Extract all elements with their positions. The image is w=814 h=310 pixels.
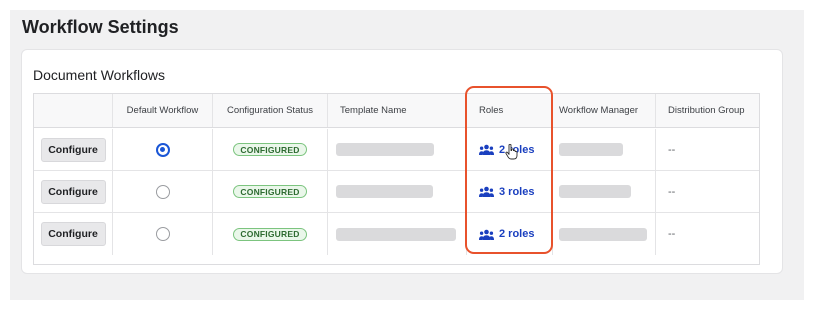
header-default-workflow: Default Workflow (113, 94, 213, 127)
workflow-manager-placeholder (559, 227, 647, 241)
distribution-group-value: -- (668, 185, 676, 198)
template-name-cell (328, 171, 467, 212)
configure-button[interactable]: Configure (40, 137, 106, 162)
distribution-group-value: -- (668, 143, 676, 156)
workflows-table: Default Workflow Configuration Status Te… (33, 93, 760, 265)
header-actions (34, 94, 113, 127)
workflow-manager-placeholder (559, 185, 631, 198)
workflow-manager-placeholder (559, 143, 623, 156)
default-cell (113, 171, 213, 212)
table-row: Configure CONFIGURED (34, 129, 759, 171)
default-cell (113, 129, 213, 170)
table-row: Configure CONFIGURED (34, 171, 759, 213)
workflow-manager-cell (553, 129, 656, 170)
status-badge: CONFIGURED (233, 227, 307, 241)
document-workflows-card: Document Workflows Default Workflow Conf… (21, 49, 783, 274)
status-cell: CONFIGURED (213, 213, 328, 255)
configure-button[interactable]: Configure (40, 179, 106, 204)
action-cell: Configure (34, 171, 113, 212)
table-row: Configure CONFIGURED (34, 213, 759, 255)
header-template-name: Template Name (328, 94, 467, 127)
hand-pointer-icon (505, 144, 518, 160)
header-configuration-status: Configuration Status (213, 94, 328, 127)
header-distribution-group: Distribution Group (668, 105, 745, 116)
action-cell: Configure (34, 213, 113, 255)
status-badge: CONFIGURED (233, 143, 307, 156)
status-badge: CONFIGURED (233, 185, 307, 198)
template-name-cell (328, 213, 467, 255)
distribution-group-cell: -- (656, 213, 759, 255)
status-cell: CONFIGURED (213, 171, 328, 212)
distribution-group-cell: -- (656, 171, 759, 212)
workflow-manager-cell (553, 213, 656, 255)
page-title: Workflow Settings (22, 17, 179, 37)
template-name-placeholder (336, 227, 456, 241)
template-name-cell (328, 129, 467, 170)
default-cell (113, 213, 213, 255)
settings-page: Workflow Settings Document Workflows Def… (10, 10, 804, 300)
default-workflow-radio[interactable] (155, 227, 170, 241)
header-workflow-manager: Workflow Manager (553, 94, 656, 127)
roles-column-highlight (465, 86, 553, 254)
distribution-group-cell: -- (656, 129, 759, 170)
default-workflow-radio[interactable] (155, 184, 170, 199)
status-cell: CONFIGURED (213, 129, 328, 170)
action-cell: Configure (34, 129, 113, 170)
configure-button[interactable]: Configure (40, 222, 106, 246)
default-workflow-radio[interactable] (155, 142, 170, 157)
card-title: Document Workflows (33, 67, 166, 83)
distribution-group-value: -- (668, 228, 676, 240)
table-header-row: Default Workflow Configuration Status Te… (34, 94, 759, 128)
workflow-manager-cell (553, 171, 656, 212)
template-name-placeholder (336, 143, 434, 156)
template-name-placeholder (336, 185, 433, 198)
